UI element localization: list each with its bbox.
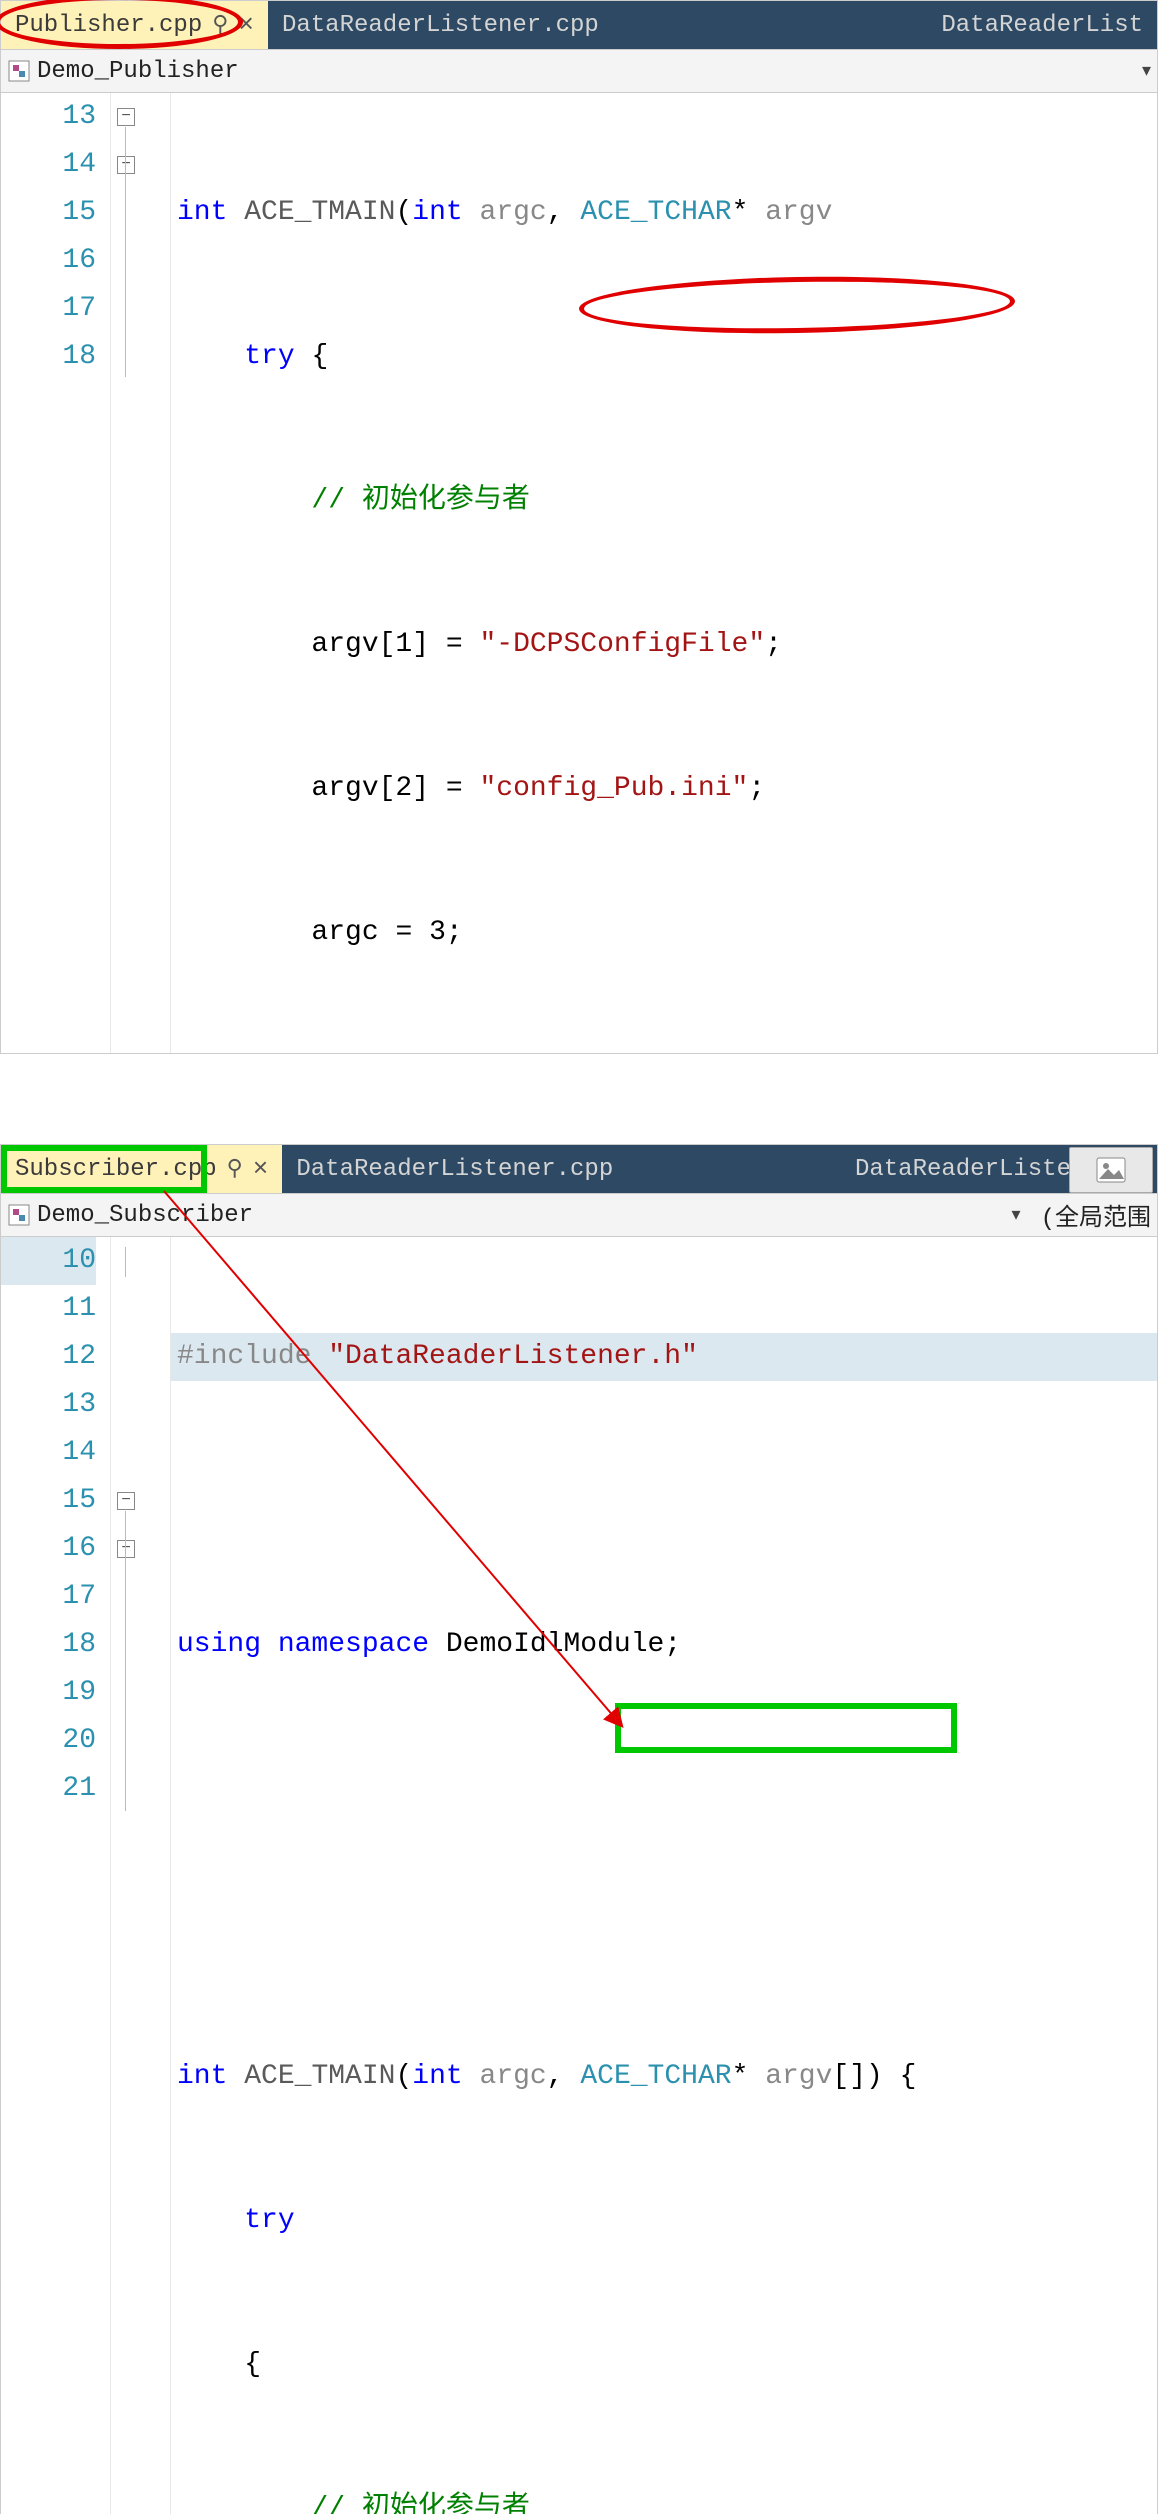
line-number: 17 xyxy=(1,1573,96,1621)
code-content[interactable]: #include "DataReaderListener.h" using na… xyxy=(171,1237,1157,2514)
line-number: 19 xyxy=(1,1669,96,1717)
gutter: 13 14 15 16 17 18 xyxy=(1,93,111,1053)
tab-bar: Subscriber.cpp ⚲ × DataReaderListener.cp… xyxy=(1,1145,1157,1193)
line-number: 18 xyxy=(1,333,96,381)
tab-label: DataReaderListener.cpp xyxy=(296,1156,613,1183)
code-area[interactable]: 10 11 12 13 14 15 16 17 18 19 20 21 − − … xyxy=(1,1237,1157,2514)
tab-datareaderlist[interactable]: DataReaderList xyxy=(927,1,1157,49)
scope-extra-label: (全局范围 xyxy=(1041,1197,1151,1233)
line-number: 14 xyxy=(1,141,96,189)
chevron-down-icon[interactable]: ▾ xyxy=(1012,1204,1021,1226)
line-number: 16 xyxy=(1,237,96,285)
tab-datareaderlistener-cpp[interactable]: DataReaderListener.cpp xyxy=(282,1145,627,1193)
chevron-down-icon[interactable]: ▾ xyxy=(1142,60,1151,82)
line-number: 21 xyxy=(1,1765,96,1813)
scope-label: Demo_Subscriber xyxy=(37,1202,253,1229)
pin-icon[interactable]: ⚲ xyxy=(227,1156,243,1182)
close-icon[interactable]: × xyxy=(238,10,254,40)
line-number: 11 xyxy=(1,1285,96,1333)
line-number: 17 xyxy=(1,285,96,333)
image-overlay-icon[interactable] xyxy=(1069,1147,1153,1193)
fold-toggle-icon[interactable]: − xyxy=(117,108,135,126)
tab-label: Publisher.cpp xyxy=(15,12,202,39)
code-area[interactable]: 13 14 15 16 17 18 − − int ACE_TMAIN(int … xyxy=(1,93,1157,1053)
line-number: 13 xyxy=(1,1381,96,1429)
scope-icon xyxy=(7,59,31,83)
line-number: 15 xyxy=(1,1477,96,1525)
pin-icon[interactable]: ⚲ xyxy=(212,12,228,38)
line-number: 18 xyxy=(1,1621,96,1669)
line-number: 10 xyxy=(1,1237,96,1285)
subscriber-editor-pane: Subscriber.cpp ⚲ × DataReaderListener.cp… xyxy=(0,1144,1158,2514)
scope-bar[interactable]: Demo_Subscriber ▾ (全局范围 xyxy=(1,1193,1157,1237)
fold-column: − − xyxy=(111,93,171,1053)
fold-column: − − xyxy=(111,1237,171,2514)
tab-datareaderlistener-cpp[interactable]: DataReaderListener.cpp xyxy=(268,1,613,49)
scope-bar[interactable]: Demo_Publisher ▾ xyxy=(1,49,1157,93)
line-number: 20 xyxy=(1,1717,96,1765)
fold-toggle-icon[interactable]: − xyxy=(117,1492,135,1510)
scope-label: Demo_Publisher xyxy=(37,58,239,85)
tab-publisher-cpp[interactable]: Publisher.cpp ⚲ × xyxy=(1,1,268,49)
tab-label: Subscriber.cpp xyxy=(15,1156,217,1183)
scope-icon xyxy=(7,1203,31,1227)
tab-label: DataReaderListener.cpp xyxy=(282,12,599,39)
fold-toggle-icon[interactable]: − xyxy=(117,1540,135,1558)
line-number: 12 xyxy=(1,1333,96,1381)
fold-toggle-icon[interactable]: − xyxy=(117,156,135,174)
code-content[interactable]: int ACE_TMAIN(int argc, ACE_TCHAR* argv … xyxy=(171,93,1157,1053)
gutter: 10 11 12 13 14 15 16 17 18 19 20 21 xyxy=(1,1237,111,2514)
tab-subscriber-cpp[interactable]: Subscriber.cpp ⚲ × xyxy=(1,1145,282,1193)
line-number: 16 xyxy=(1,1525,96,1573)
line-number: 15 xyxy=(1,189,96,237)
line-number: 14 xyxy=(1,1429,96,1477)
publisher-editor-pane: Publisher.cpp ⚲ × DataReaderListener.cpp… xyxy=(0,0,1158,1054)
tab-bar: Publisher.cpp ⚲ × DataReaderListener.cpp… xyxy=(1,1,1157,49)
tab-label: DataReaderList xyxy=(941,12,1143,39)
close-icon[interactable]: × xyxy=(253,1154,269,1184)
line-number: 13 xyxy=(1,93,96,141)
